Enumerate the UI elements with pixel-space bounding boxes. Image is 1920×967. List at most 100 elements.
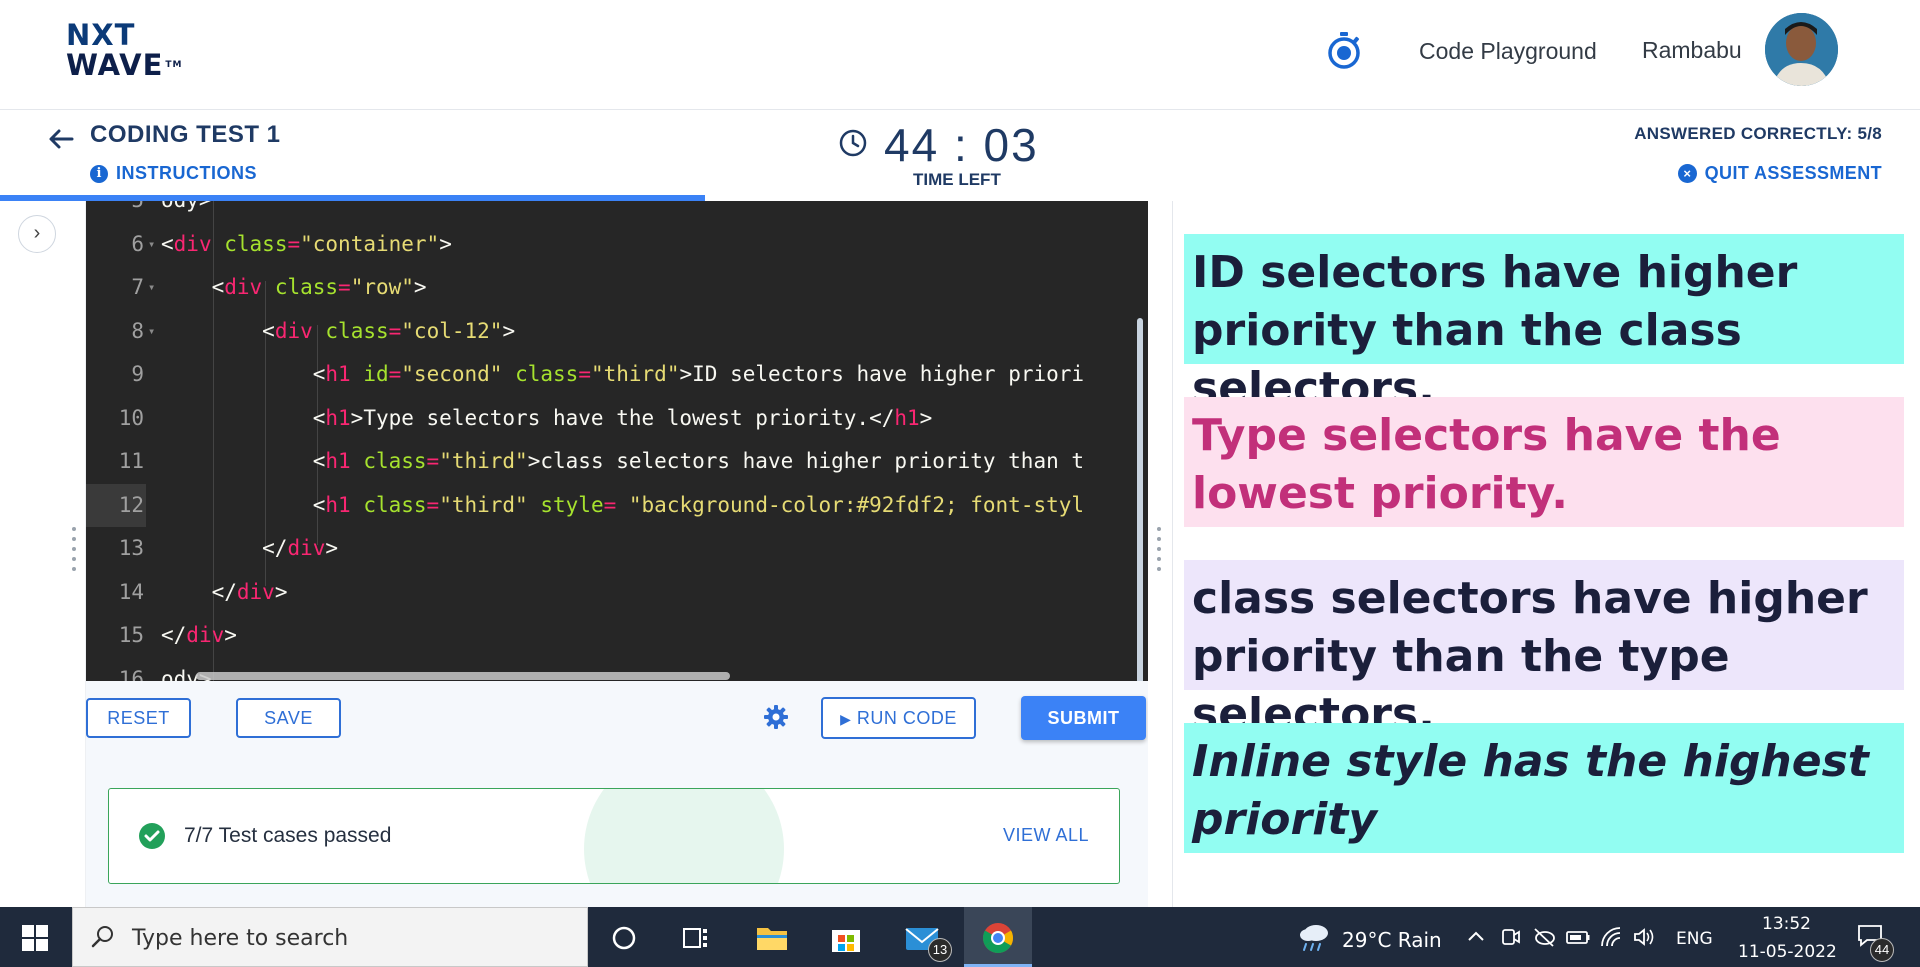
resize-handle-left[interactable] (71, 527, 77, 583)
code-editor[interactable]: 5ody>6▾<div class="container">7▾ <div cl… (86, 201, 1148, 681)
code-text: <div class="col-12"> (262, 318, 516, 343)
cortana-icon[interactable] (604, 918, 644, 958)
volume-icon[interactable] (1630, 924, 1658, 950)
line-number: 7 (131, 275, 144, 299)
code-text: <h1 id="second" class="third">ID selecto… (312, 362, 1085, 386)
test-results-card: 7/7 Test cases passed VIEW ALL (108, 788, 1120, 884)
clock-icon (839, 129, 867, 157)
resize-handle-right[interactable] (1156, 527, 1162, 583)
mail-badge: 13 (928, 938, 952, 962)
code-playground-link[interactable]: Code Playground (1419, 38, 1597, 65)
success-watermark (584, 789, 784, 883)
test-title: CODING TEST 1 (90, 121, 281, 148)
task-view-icon[interactable] (676, 918, 716, 958)
code-line[interactable]: 15 </div> (86, 614, 1148, 657)
battery-icon[interactable] (1564, 924, 1592, 950)
expand-sidebar-button[interactable]: › (18, 215, 56, 253)
test-cases-status: 7/7 Test cases passed (184, 824, 392, 847)
quit-assessment-button[interactable]: × QUIT ASSESSMENT (1677, 163, 1882, 184)
play-icon: ▶ (840, 711, 852, 727)
taskbar-date[interactable]: 11-05-2022 (1738, 942, 1837, 962)
fold-arrow-icon[interactable]: ▾ (148, 266, 155, 309)
code-line[interactable]: 8 ▾ <div class="col-12"> (86, 310, 1148, 353)
output-heading-1: ID selectors have higher priority than t… (1184, 234, 1904, 414)
quit-assessment-label: QUIT ASSESSMENT (1704, 163, 1882, 183)
line-number: 6 (131, 231, 144, 256)
onedrive-icon[interactable] (1530, 924, 1558, 950)
output-heading-3: class selectors have higher priority tha… (1184, 560, 1904, 740)
taskbar-time[interactable]: 13:52 (1762, 914, 1811, 934)
line-number: 13 (118, 536, 144, 560)
top-navbar (0, 0, 1920, 110)
code-text: ody> (161, 201, 212, 222)
user-name[interactable]: Rambabu (1642, 37, 1742, 64)
code-text: <div class="row"> (211, 275, 427, 299)
instructions-link[interactable]: i INSTRUCTIONS (90, 163, 257, 184)
time-left-label: TIME LEFT (913, 170, 1001, 189)
avatar-image (1765, 13, 1838, 86)
chevron-right-icon: › (33, 222, 41, 244)
code-text: <h1 class="third">class selectors have h… (312, 449, 1085, 473)
language-indicator[interactable]: ENG (1676, 929, 1713, 949)
stopwatch-icon[interactable] (1326, 30, 1362, 70)
save-button[interactable]: SAVE (236, 698, 341, 738)
output-heading-2: Type selectors have the lowest priority. (1184, 397, 1904, 527)
line-number: 15 (118, 623, 144, 647)
notification-badge: 44 (1870, 938, 1894, 962)
logo-wave-text: WAVE (66, 48, 164, 82)
line-number: 10 (118, 405, 144, 430)
info-icon: i (90, 164, 108, 183)
logo-tm: TM (165, 60, 183, 70)
line-number: 16 (118, 666, 144, 682)
close-circle-icon: × (1677, 164, 1697, 183)
view-all-link[interactable]: VIEW ALL (1003, 825, 1089, 846)
fold-arrow-icon[interactable]: ▾ (148, 223, 155, 266)
file-explorer-icon[interactable] (752, 918, 792, 958)
line-number: 12 (86, 483, 144, 527)
fold-arrow-icon[interactable]: ▾ (148, 310, 155, 353)
windows-start-icon[interactable] (22, 925, 48, 951)
instructions-label: INSTRUCTIONS (116, 163, 257, 183)
code-text: </div> (211, 579, 288, 604)
run-code-label: RUN CODE (856, 708, 957, 728)
line-number: 8 (131, 318, 144, 343)
answered-correctly: ANSWERED CORRECTLY: 5/8 (1634, 124, 1882, 143)
code-line[interactable]: 9 <h1 id="second" class="third">ID selec… (86, 353, 1148, 396)
submit-button[interactable]: SUBMIT (1021, 696, 1146, 740)
line-number: 5 (86, 201, 144, 222)
reset-button[interactable]: RESET (86, 698, 191, 738)
chevron-up-icon[interactable] (1462, 924, 1490, 950)
chrome-icon[interactable] (978, 918, 1018, 958)
line-number: 9 (131, 362, 144, 386)
weather-text[interactable]: 29°C Rain (1342, 928, 1442, 952)
code-line[interactable]: 13 </div> (86, 527, 1148, 570)
horizontal-scrollbar[interactable] (196, 672, 730, 680)
code-line[interactable]: 5 ody> (86, 201, 1148, 222)
wifi-icon[interactable] (1598, 924, 1626, 950)
gear-icon[interactable] (763, 704, 789, 730)
microsoft-store-icon[interactable] (826, 918, 866, 958)
line-number: 11 (118, 449, 144, 473)
search-placeholder: Type here to search (132, 926, 349, 951)
avatar[interactable] (1765, 13, 1838, 86)
meet-now-icon[interactable] (1496, 924, 1524, 950)
weather-icon[interactable] (1296, 920, 1332, 952)
code-text: <h1 class="third" style= "background-col… (312, 492, 1085, 517)
code-line[interactable]: 12 <h1 class="third" style= "background-… (86, 483, 1148, 527)
logo-line-1: NXT (66, 18, 136, 52)
code-line[interactable]: 7 ▾ <div class="row"> (86, 266, 1148, 309)
back-arrow-icon[interactable] (46, 124, 76, 154)
nxtwave-logo[interactable]: NXT WAVE TM (66, 20, 186, 80)
output-heading-4: Inline style has the highest priority (1184, 723, 1904, 853)
code-line[interactable]: 11 <h1 class="third">class selectors hav… (86, 440, 1148, 483)
code-text: </div> (262, 536, 339, 560)
code-text: <div class="container"> (161, 231, 452, 256)
code-line[interactable]: 6 ▾ <div class="container"> (86, 223, 1148, 266)
code-line[interactable]: 14 </div> (86, 571, 1148, 614)
code-line[interactable]: 10 <h1>Type selectors have the lowest pr… (86, 397, 1148, 440)
code-text: <h1>Type selectors have the lowest prior… (312, 405, 933, 430)
check-circle-icon (139, 823, 165, 849)
search-icon (91, 926, 113, 948)
run-code-button[interactable]: ▶ RUN CODE (821, 697, 976, 739)
logo-line-2: WAVE TM (66, 50, 186, 80)
